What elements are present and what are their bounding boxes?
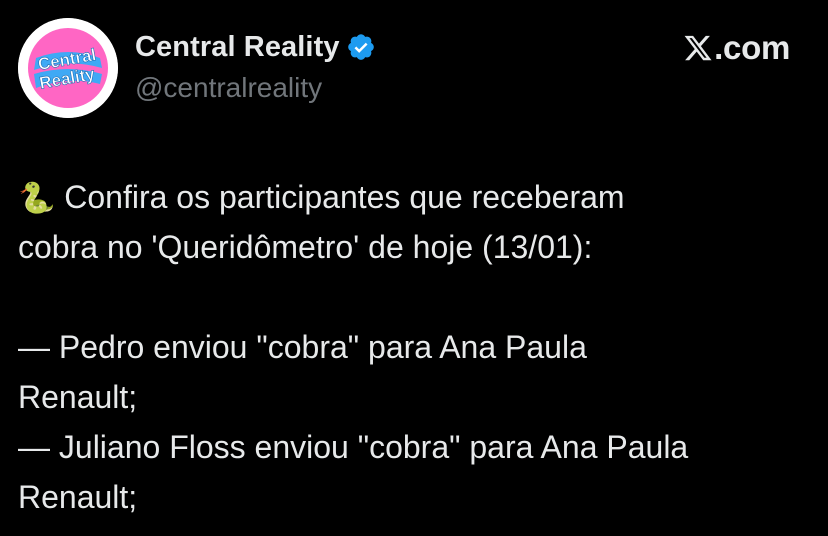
tweet-line: cobra no 'Queridômetro' de hoje (13/01): [18,229,593,265]
tweet-line-1-text: Confira os participantes que receberam [55,179,625,215]
tweet-line: Renault; [18,479,138,515]
name-row: Central Reality [135,28,376,66]
avatar-logo-icon: Central Reality [18,18,118,118]
brand-suffix: .com [714,29,790,66]
display-name[interactable]: Central Reality [135,31,340,64]
tweet-line: — Juliano Floss enviou "cobra" para Ana … [18,429,689,465]
handle[interactable]: @centralreality [135,72,322,104]
tweet-line: Renault; [18,379,138,415]
x-brand[interactable]: .com [683,28,790,68]
tweet-line: — Pedro enviou "cobra" para Ana Paula [18,329,587,365]
x-logo-icon [683,33,713,63]
tweet-header: Central Reality Central Reality @central… [0,0,828,130]
avatar[interactable]: Central Reality [18,18,118,118]
snake-emoji: 🐍 [18,181,56,216]
tweet-text: 🐍 Confira os participantes que receberam… [18,172,818,522]
tweet-line: 🐍 Confira os participantes que receberam [18,172,818,222]
verified-badge-icon [346,32,376,62]
